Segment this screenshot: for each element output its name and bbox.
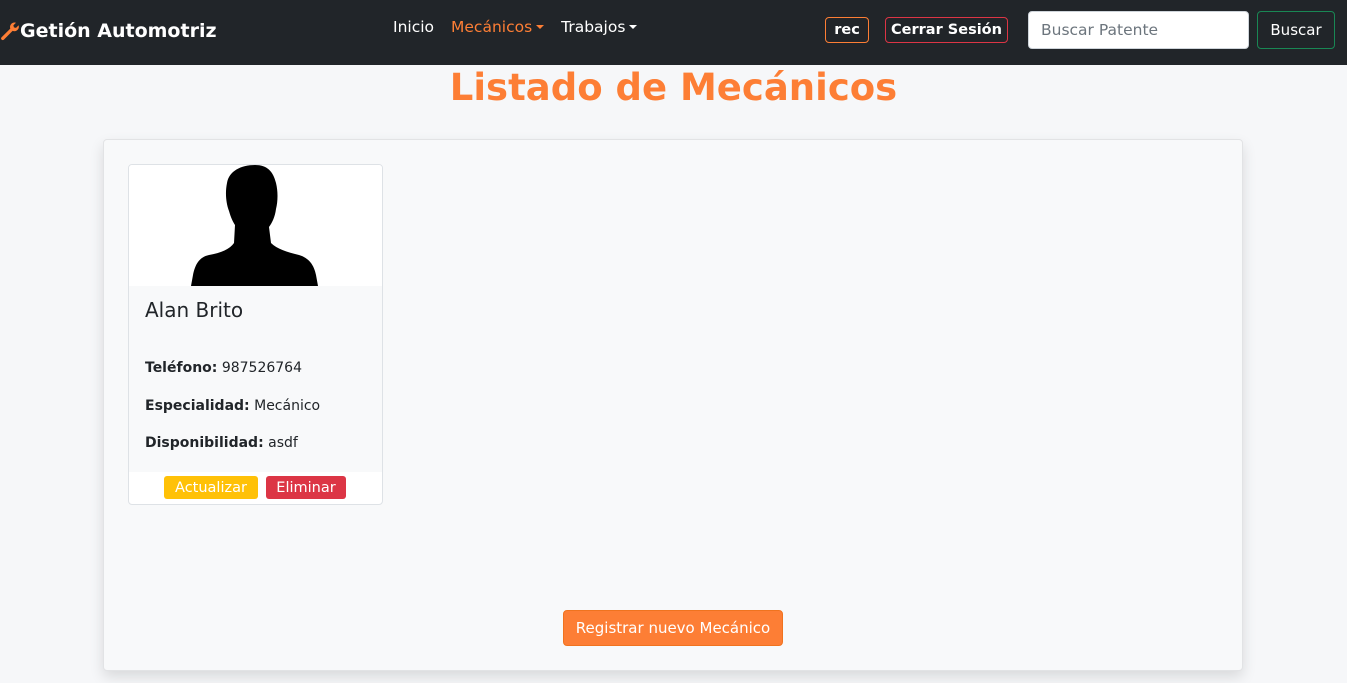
availability-value: asdf [268, 435, 298, 451]
mechanics-container: Alan Brito Teléfono: 987526764 Especiali… [103, 139, 1243, 671]
specialty-value: Mecánico [254, 398, 321, 414]
user-badge: rec [825, 17, 869, 43]
nav-item-inicio[interactable]: Inicio [393, 18, 434, 36]
person-silhouette-icon [191, 165, 318, 286]
register-mechanic-button[interactable]: Registrar nuevo Mecánico [563, 610, 783, 646]
mechanic-photo [129, 165, 382, 286]
search-button[interactable]: Buscar [1257, 11, 1335, 49]
nav-item-label: Mecánicos [451, 18, 533, 36]
caret-down-icon [536, 25, 545, 29]
nav-links: Inicio Mecánicos Trabajos [393, 18, 654, 36]
navbar: Getión Automotriz Inicio Mecánicos Traba… [0, 0, 1347, 65]
availability-field: Disponibilidad: asdf [145, 435, 298, 451]
delete-button[interactable]: Eliminar [266, 476, 346, 499]
nav-item-label: Trabajos [561, 18, 626, 36]
availability-label: Disponibilidad: [145, 435, 264, 451]
search-input[interactable] [1028, 11, 1249, 49]
phone-value: 987526764 [221, 360, 302, 376]
phone-label: Teléfono: [145, 360, 218, 376]
brand[interactable]: Getión Automotriz [0, 17, 217, 45]
mechanic-card: Alan Brito Teléfono: 987526764 Especiali… [128, 164, 383, 505]
wrench-icon [1, 22, 19, 41]
brand-label: Getión Automotriz [20, 20, 217, 42]
nav-item-trabajos[interactable]: Trabajos [561, 18, 638, 36]
specialty-label: Especialidad: [145, 398, 250, 414]
card-actions: Actualizar Eliminar [129, 476, 382, 500]
specialty-field: Especialidad: Mecánico [145, 398, 320, 414]
logout-button[interactable]: Cerrar Sesión [885, 17, 1008, 43]
page-title: Listado de Mecánicos [449, 66, 898, 109]
nav-item-mecanicos[interactable]: Mecánicos [451, 18, 545, 36]
mechanic-name: Alan Brito [145, 298, 244, 322]
caret-down-icon [629, 25, 638, 29]
phone-field: Teléfono: 987526764 [145, 360, 302, 376]
update-button[interactable]: Actualizar [164, 476, 258, 499]
nav-item-label: Inicio [393, 18, 435, 36]
card-body: Alan Brito Teléfono: 987526764 Especiali… [129, 286, 382, 472]
